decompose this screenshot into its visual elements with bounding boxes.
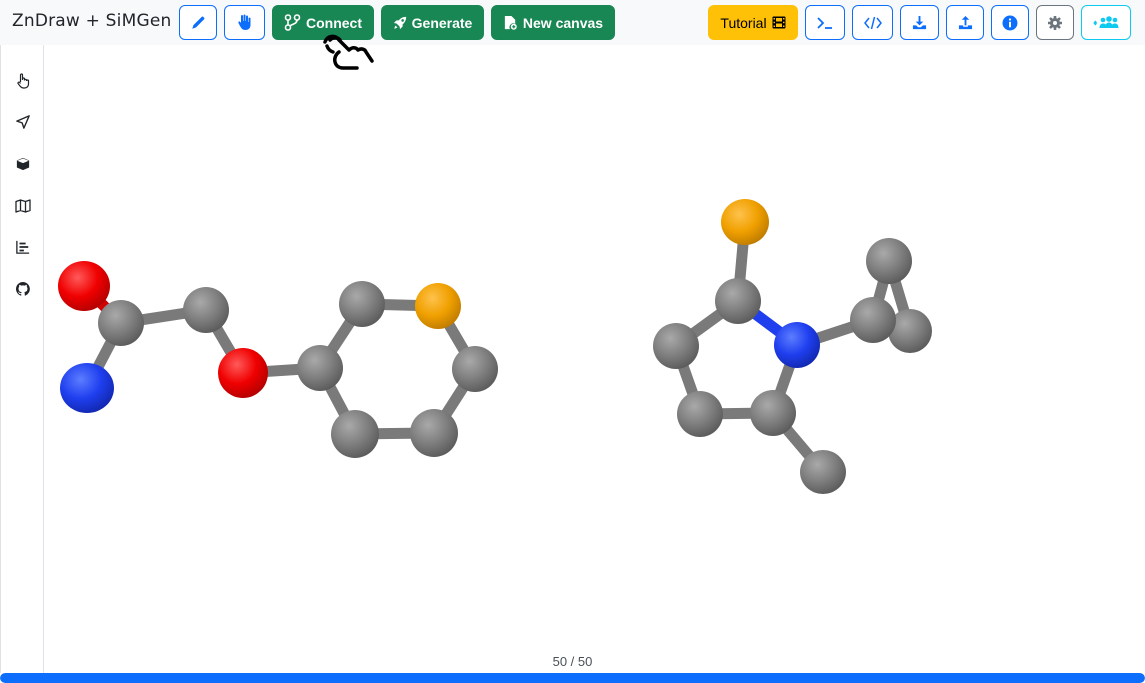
- atom-carbon[interactable]: [339, 281, 385, 327]
- atom-carbon[interactable]: [410, 409, 458, 457]
- download-button[interactable]: [900, 5, 939, 40]
- connect-icon: [284, 14, 301, 31]
- frame-progress-fill: [0, 673, 1145, 683]
- atom-carbon[interactable]: [297, 345, 343, 391]
- film-icon: [772, 16, 786, 29]
- bar-chart-icon: [16, 240, 30, 254]
- molecule-2: [653, 199, 932, 494]
- generate-button[interactable]: Generate: [381, 5, 484, 40]
- draw-button[interactable]: [179, 5, 217, 40]
- atom-carbon[interactable]: [331, 410, 379, 458]
- atom-sulfur[interactable]: [721, 199, 769, 245]
- upload-button[interactable]: [946, 5, 984, 40]
- molecule-1: [58, 261, 498, 458]
- info-button[interactable]: [991, 5, 1029, 40]
- atom-carbon[interactable]: [715, 278, 761, 324]
- terminal-icon: [817, 16, 832, 29]
- pointer-hand-icon: [17, 73, 30, 89]
- generate-label: Generate: [411, 14, 473, 31]
- atom-nitrogen[interactable]: [774, 322, 820, 368]
- users-button[interactable]: [1081, 5, 1131, 40]
- tutorial-button[interactable]: Tutorial: [708, 5, 798, 40]
- atom-carbon[interactable]: [98, 300, 144, 346]
- molecule-scene: [58, 199, 932, 494]
- sidebar-item-scene[interactable]: [14, 197, 32, 215]
- sidebar-item-geometry[interactable]: [14, 113, 32, 131]
- frame-counter: 50 / 50: [552, 654, 593, 669]
- connect-label: Connect: [306, 14, 362, 31]
- new-canvas-button[interactable]: New canvas: [491, 5, 615, 40]
- terminal-button[interactable]: [805, 5, 845, 40]
- upload-icon: [958, 15, 972, 30]
- atom-carbon[interactable]: [850, 297, 896, 343]
- hand-icon: [237, 14, 250, 30]
- rocket-icon: [393, 16, 406, 29]
- atom-carbon[interactable]: [750, 390, 796, 436]
- map-icon: [15, 199, 31, 213]
- sidebar-item-analysis[interactable]: [14, 238, 32, 256]
- gear-icon: [1048, 15, 1062, 30]
- sidebar: [0, 45, 44, 673]
- atom-carbon[interactable]: [866, 238, 912, 284]
- users-icon: [1093, 15, 1119, 28]
- frame-progress-bar[interactable]: [0, 673, 1145, 683]
- sidebar-item-github[interactable]: [14, 280, 32, 298]
- code-icon: [863, 16, 882, 29]
- download-icon: [912, 15, 927, 30]
- tutorial-label: Tutorial: [720, 14, 767, 31]
- file-plus-icon: [504, 15, 517, 30]
- info-icon: [1002, 15, 1018, 30]
- interaction-button[interactable]: [224, 5, 265, 40]
- atom-carbon[interactable]: [800, 450, 846, 494]
- top-navbar: ZnDraw + SiMGen Connect Generate New can…: [0, 0, 1145, 45]
- atom-carbon[interactable]: [677, 391, 723, 437]
- connect-button[interactable]: Connect: [272, 5, 374, 40]
- code-button[interactable]: [852, 5, 893, 40]
- atom-carbon[interactable]: [653, 323, 699, 369]
- app-title: ZnDraw + SiMGen: [12, 11, 172, 31]
- pencil-icon: [192, 16, 205, 29]
- atom-nitrogen[interactable]: [60, 363, 114, 413]
- atom-carbon[interactable]: [183, 287, 229, 333]
- atom-oxygen[interactable]: [218, 348, 268, 398]
- molecule-viewer-canvas[interactable]: [44, 45, 1145, 673]
- settings-button[interactable]: [1036, 5, 1074, 40]
- cube-icon: [16, 157, 30, 171]
- atom-carbon[interactable]: [452, 346, 498, 392]
- new-canvas-label: New canvas: [522, 14, 604, 31]
- send-icon: [16, 115, 30, 129]
- sidebar-item-modifier[interactable]: [14, 155, 32, 173]
- atom-oxygen[interactable]: [58, 261, 110, 311]
- atom-sulfur[interactable]: [415, 283, 461, 329]
- github-icon: [16, 282, 30, 296]
- sidebar-item-selection[interactable]: [14, 72, 32, 90]
